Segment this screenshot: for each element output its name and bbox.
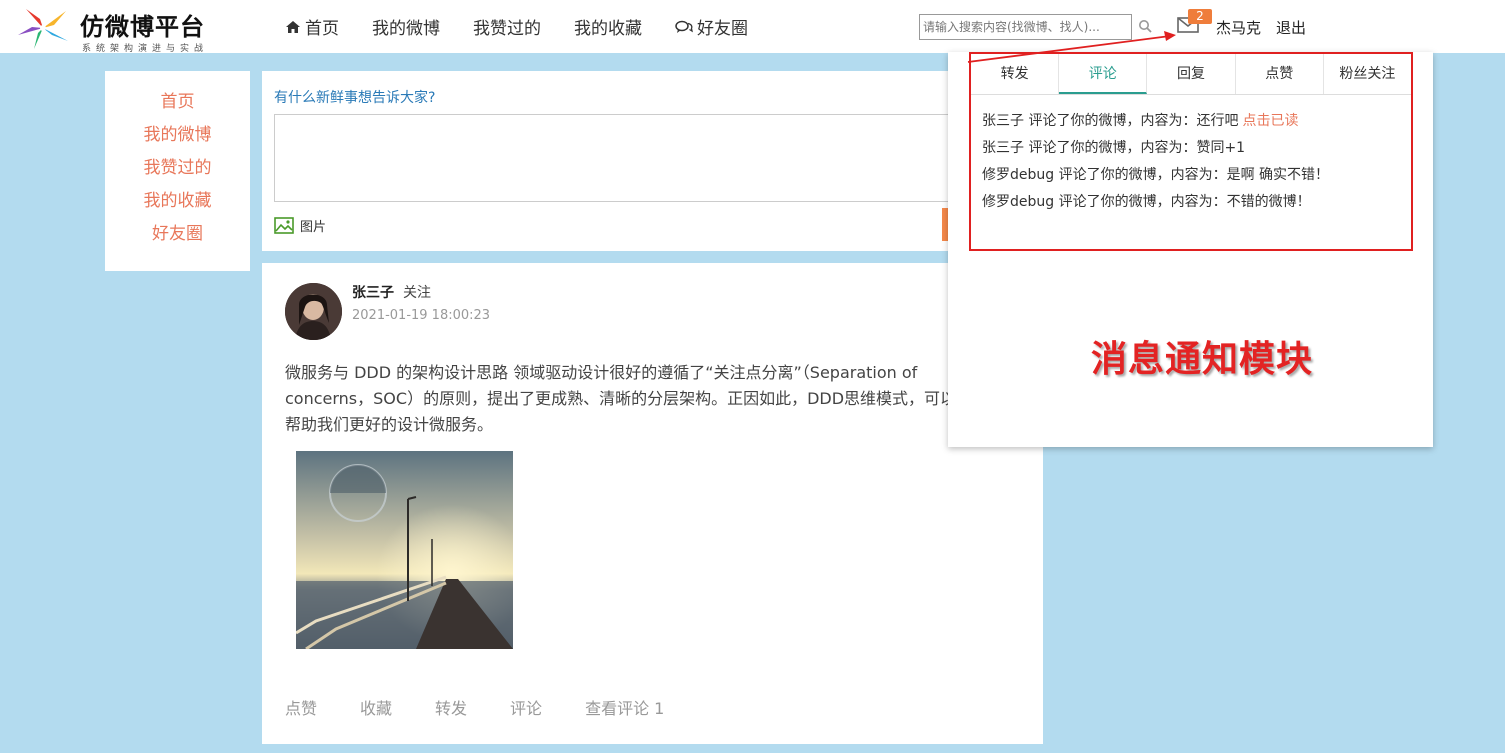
nav-label-favorites: 我的收藏 (574, 19, 642, 39)
notification-tabs: 转发 评论 回复 点赞 粉丝关注 (971, 54, 1411, 95)
sidebar-item-my-weibo[interactable]: 我的微博 (105, 119, 250, 152)
nav-label-my-weibo: 我的微博 (372, 19, 440, 39)
top-header: 仿微博平台 系统架构演进与实战 首页 我的微博 我赞过的 我的收藏 好友圈 2 … (0, 0, 1505, 54)
image-icon (274, 217, 294, 234)
composer-prompt: 有什么新鲜事想告诉大家? (274, 90, 436, 106)
nav-item-favorites[interactable]: 我的收藏 (574, 14, 642, 39)
search-icon[interactable] (1138, 19, 1152, 33)
logout-link[interactable]: 退出 (1276, 17, 1306, 38)
post-image[interactable] (296, 451, 513, 649)
weibo-post-card: 张三子 关注 2021-01-19 18:00:23 微服务与 DDD 的架构设… (262, 263, 1043, 744)
sidebar-item-liked[interactable]: 我赞过的 (105, 152, 250, 185)
comment-button[interactable]: 评论 (510, 695, 542, 719)
notification-text: 张三子 评论了你的微博，内容为：还行吧 (982, 113, 1239, 129)
mail-count-badge: 2 (1188, 9, 1212, 24)
nav-item-friends[interactable]: 好友圈 (675, 14, 748, 39)
composer-textarea[interactable] (274, 114, 1010, 202)
favorite-button[interactable]: 收藏 (360, 695, 392, 719)
chat-icon (675, 20, 693, 33)
pier-sunset-image (296, 451, 513, 649)
list-item: 张三子 评论了你的微博，内容为：还行吧 点击已读 (982, 108, 1329, 135)
logo[interactable]: 仿微博平台 系统架构演进与实战 (14, 3, 244, 54)
user-name[interactable]: 杰马克 (1216, 17, 1261, 38)
notification-text: 张三子 评论了你的微博，内容为：赞同+1 (982, 140, 1246, 156)
tab-comment[interactable]: 评论 (1059, 54, 1148, 94)
tab-like[interactable]: 点赞 (1236, 54, 1324, 94)
notification-list: 张三子 评论了你的微博，内容为：还行吧 点击已读 张三子 评论了你的微博，内容为：… (982, 108, 1329, 216)
post-composer: 有什么新鲜事想告诉大家? 图片 (262, 71, 1022, 251)
like-button[interactable]: 点赞 (285, 695, 317, 719)
nav-label-liked: 我赞过的 (473, 19, 541, 39)
sidebar-item-favorites[interactable]: 我的收藏 (105, 185, 250, 218)
mark-read-link[interactable]: 点击已读 (1242, 113, 1298, 129)
sidebar-item-friends[interactable]: 好友圈 (105, 218, 250, 251)
nav-item-home[interactable]: 首页 (285, 14, 339, 39)
view-comments-button[interactable]: 查看评论 1 (585, 695, 664, 719)
picture-label: 图片 (300, 220, 327, 235)
notification-panel: 转发 评论 回复 点赞 粉丝关注 张三子 评论了你的微博，内容为：还行吧 点击已读… (969, 52, 1413, 251)
tab-reply[interactable]: 回复 (1147, 54, 1236, 94)
home-icon (286, 20, 300, 33)
list-item: 张三子 评论了你的微博，内容为：赞同+1 (982, 135, 1329, 162)
nav-label-friends: 好友圈 (697, 19, 748, 39)
annotation-label: 消息通知模块 (1091, 339, 1314, 380)
nav-label-home: 首页 (305, 19, 339, 39)
avatar-image (285, 283, 342, 340)
list-item: 修罗debug 评论了你的微博，内容为：是啊 确实不错！ (982, 162, 1329, 189)
author-avatar[interactable] (285, 283, 342, 340)
pinwheel-logo-icon (18, 9, 68, 49)
list-item: 修罗debug 评论了你的微博，内容为：不错的微博！ (982, 189, 1329, 216)
post-author[interactable]: 张三子 (352, 282, 394, 302)
left-sidebar: 首页 我的微博 我赞过的 我的收藏 好友圈 (105, 71, 250, 271)
repost-button[interactable]: 转发 (435, 695, 467, 719)
tab-repost[interactable]: 转发 (971, 54, 1060, 94)
logo-subtitle: 系统架构演进与实战 (82, 44, 209, 54)
notification-text: 修罗debug 评论了你的微博，内容为：是啊 确实不错！ (982, 167, 1330, 183)
notification-text: 修罗debug 评论了你的微博，内容为：不错的微博！ (982, 194, 1311, 210)
main-nav: 首页 我的微博 我赞过的 我的收藏 好友圈 (285, 14, 781, 39)
nav-item-my-weibo[interactable]: 我的微博 (372, 14, 440, 39)
post-content: 微服务与 DDD 的架构设计思路 领域驱动设计很好的遵循了“关注点分离”（Sep… (285, 363, 957, 434)
add-picture-button[interactable]: 图片 (274, 216, 326, 235)
post-actions: 点赞 收藏 转发 评论 查看评论 1 (285, 695, 707, 719)
search-input[interactable] (919, 14, 1132, 40)
notification-dropdown: 转发 评论 回复 点赞 粉丝关注 张三子 评论了你的微博，内容为：还行吧 点击已读… (948, 52, 1433, 447)
tab-followers[interactable]: 粉丝关注 (1324, 54, 1411, 94)
logo-title: 仿微博平台 (80, 13, 205, 41)
nav-item-liked[interactable]: 我赞过的 (473, 14, 541, 39)
sidebar-item-home[interactable]: 首页 (105, 86, 250, 119)
post-timestamp: 2021-01-19 18:00:23 (352, 308, 491, 323)
follow-button[interactable]: 关注 (403, 282, 431, 302)
